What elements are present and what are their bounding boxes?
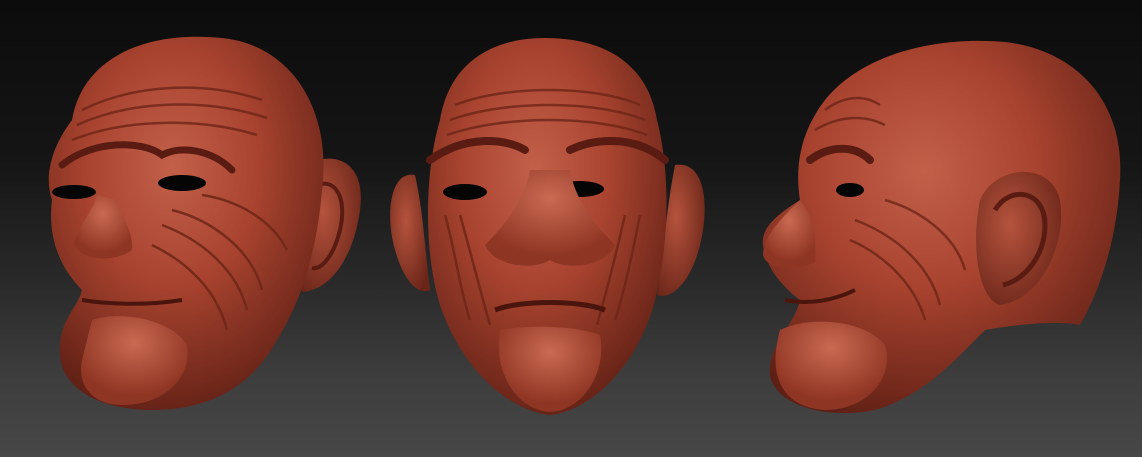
sculpted-head-three-quarter-left-icon xyxy=(22,0,367,457)
sculpted-head-profile-left-icon xyxy=(755,0,1130,457)
sculpted-head-front-icon xyxy=(385,0,710,457)
render-viewport xyxy=(0,0,1142,457)
